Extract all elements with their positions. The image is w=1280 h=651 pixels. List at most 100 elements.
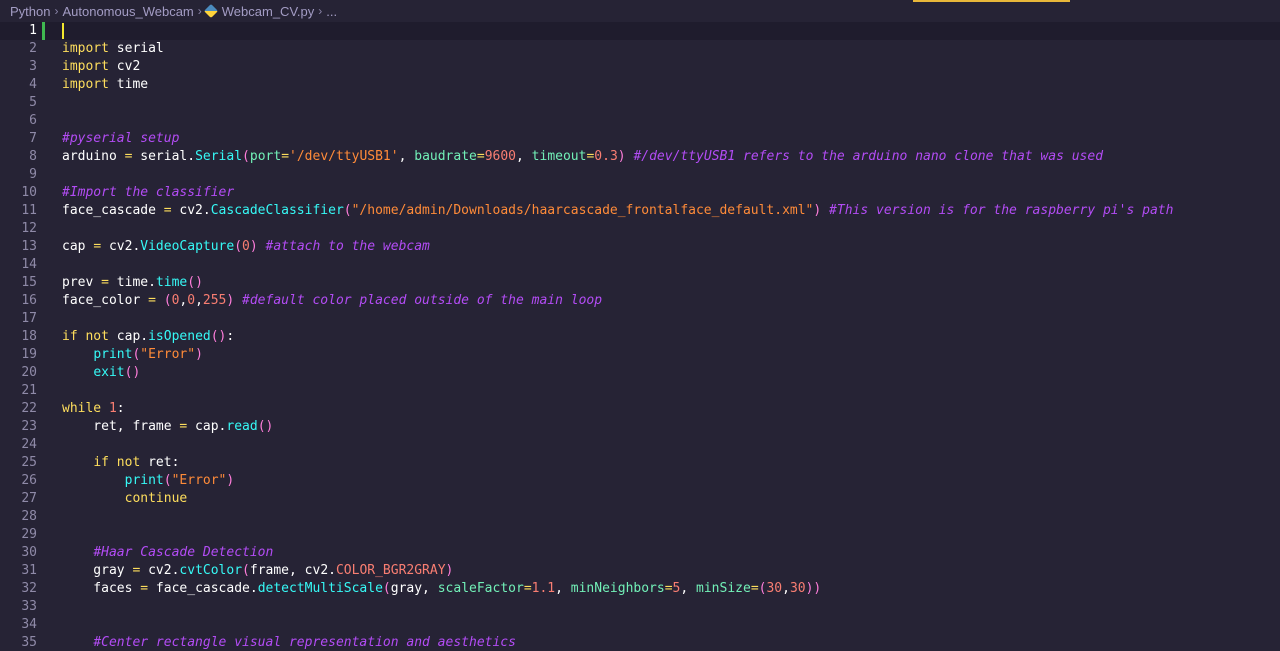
- code-token: minNeighbors: [570, 581, 665, 596]
- code-line[interactable]: 6: [0, 112, 1280, 130]
- line-number: 19: [21, 347, 37, 362]
- code-token: read: [226, 419, 258, 434]
- code-token: serial: [108, 41, 164, 56]
- code-token: )): [805, 581, 822, 596]
- code-line[interactable]: 3 import cv2: [0, 58, 1280, 76]
- code-token: #Haar Cascade Detection: [93, 545, 274, 560]
- code-line[interactable]: 18 if not cap.isOpened():: [0, 328, 1280, 346]
- code-line[interactable]: 35 #Center rectangle visual representati…: [0, 634, 1280, 651]
- code-line[interactable]: 24: [0, 436, 1280, 454]
- code-line[interactable]: 8 arduino = serial.Serial(port='/dev/ttyU…: [0, 148, 1280, 166]
- code-token: =: [750, 581, 759, 596]
- code-token: faces: [62, 581, 141, 596]
- code-line[interactable]: 15 prev = time.time(): [0, 274, 1280, 292]
- code-token: (: [242, 149, 250, 164]
- code-token: cap.: [187, 419, 227, 434]
- line-number: 23: [21, 419, 37, 434]
- code-line[interactable]: 9: [0, 166, 1280, 184]
- code-token: 30: [766, 581, 783, 596]
- code-token: baudrate: [414, 149, 477, 164]
- code-line[interactable]: 14: [0, 256, 1280, 274]
- code-token: #attach to the webcam: [265, 239, 430, 254]
- code-token: (: [343, 203, 352, 218]
- line-number: 29: [21, 527, 37, 542]
- code-line[interactable]: 33: [0, 598, 1280, 616]
- line-number: 14: [21, 257, 37, 272]
- code-line[interactable]: 10 #Import the classifier: [0, 184, 1280, 202]
- code-line[interactable]: 30 #Haar Cascade Detection: [0, 544, 1280, 562]
- line-source: prev = time.time(): [62, 274, 203, 292]
- line-number: 8: [29, 149, 37, 164]
- code-token: (): [257, 419, 274, 434]
- line-source: import cv2: [62, 58, 140, 76]
- code-token: =: [281, 149, 290, 164]
- code-token: ,: [195, 293, 203, 308]
- code-token: arduino: [62, 149, 125, 164]
- code-line[interactable]: 28: [0, 508, 1280, 526]
- code-token: if: [62, 329, 78, 344]
- code-area[interactable]: 1 2 import serial 3 import cv2 4 import time 5 6…: [0, 22, 1280, 651]
- line-number: 15: [21, 275, 37, 290]
- code-token: prev: [62, 275, 102, 290]
- code-token: :: [226, 329, 235, 344]
- code-line[interactable]: 26 print("Error"): [0, 472, 1280, 490]
- code-token: 0.3: [594, 149, 618, 164]
- line-source: cap = cv2.VideoCapture(0) #attach to the…: [62, 238, 430, 256]
- code-token: =: [476, 149, 485, 164]
- breadcrumb-item-folder-project[interactable]: Autonomous_Webcam: [62, 4, 193, 19]
- code-line[interactable]: 23 ret, frame = cap.read(): [0, 418, 1280, 436]
- code-line[interactable]: 12: [0, 220, 1280, 238]
- code-token: =: [163, 203, 172, 218]
- code-token: face_cascade: [62, 203, 164, 218]
- code-token: #Import the classifier: [62, 185, 235, 200]
- code-line[interactable]: 16 face_color = (0,0,255) #default color …: [0, 292, 1280, 310]
- code-token: #default color placed outside of the mai…: [242, 293, 603, 308]
- code-line[interactable]: 20 exit(): [0, 364, 1280, 382]
- code-line[interactable]: 25 if not ret:: [0, 454, 1280, 472]
- code-line[interactable]: 29: [0, 526, 1280, 544]
- code-line[interactable]: 34: [0, 616, 1280, 634]
- code-line[interactable]: 11 face_cascade = cv2.CascadeClassifier("…: [0, 202, 1280, 220]
- code-token: print: [124, 473, 164, 488]
- code-token: print: [93, 347, 133, 362]
- code-line[interactable]: 2 import serial: [0, 40, 1280, 58]
- code-token: minSize: [696, 581, 751, 596]
- code-line[interactable]: 31 gray = cv2.cvtColor(frame, cv2.COLOR_…: [0, 562, 1280, 580]
- line-source: face_color = (0,0,255) #default color pl…: [62, 292, 602, 310]
- code-token: cv2.: [171, 203, 211, 218]
- line-number: 32: [21, 581, 37, 596]
- code-token: while: [62, 401, 102, 416]
- line-source: exit(): [62, 364, 140, 382]
- code-token: (: [242, 563, 250, 578]
- code-line[interactable]: 17: [0, 310, 1280, 328]
- code-line[interactable]: 22 while 1:: [0, 400, 1280, 418]
- line-number: 33: [21, 599, 37, 614]
- code-line[interactable]: 4 import time: [0, 76, 1280, 94]
- code-line[interactable]: 32 faces = face_cascade.detectMultiScale…: [0, 580, 1280, 598]
- code-token: (: [163, 293, 172, 308]
- code-line[interactable]: 1: [0, 22, 1280, 40]
- breadcrumb-item-symbols[interactable]: ...: [326, 4, 337, 19]
- code-token: 30: [789, 581, 806, 596]
- line-number: 16: [21, 293, 37, 308]
- code-token: "/home/admin/Downloads/haarcascade_front…: [351, 203, 814, 218]
- code-editor[interactable]: Python › Autonomous_Webcam › Webcam_CV.p…: [0, 0, 1280, 651]
- code-token: COLOR_BGR2GRAY: [335, 563, 446, 578]
- code-line[interactable]: 21: [0, 382, 1280, 400]
- code-line[interactable]: 7 #pyserial setup: [0, 130, 1280, 148]
- code-token: :: [116, 401, 125, 416]
- breadcrumb-item-file[interactable]: Webcam_CV.py: [222, 4, 315, 19]
- code-line[interactable]: 5: [0, 94, 1280, 112]
- line-number: 7: [29, 131, 37, 146]
- code-line[interactable]: 19 print("Error"): [0, 346, 1280, 364]
- breadcrumb-item-folder-python[interactable]: Python: [10, 4, 50, 19]
- code-token: scaleFactor: [437, 581, 524, 596]
- code-line[interactable]: 13 cap = cv2.VideoCapture(0) #attach to t…: [0, 238, 1280, 256]
- line-number: 35: [21, 635, 37, 650]
- code-line[interactable]: 27 continue: [0, 490, 1280, 508]
